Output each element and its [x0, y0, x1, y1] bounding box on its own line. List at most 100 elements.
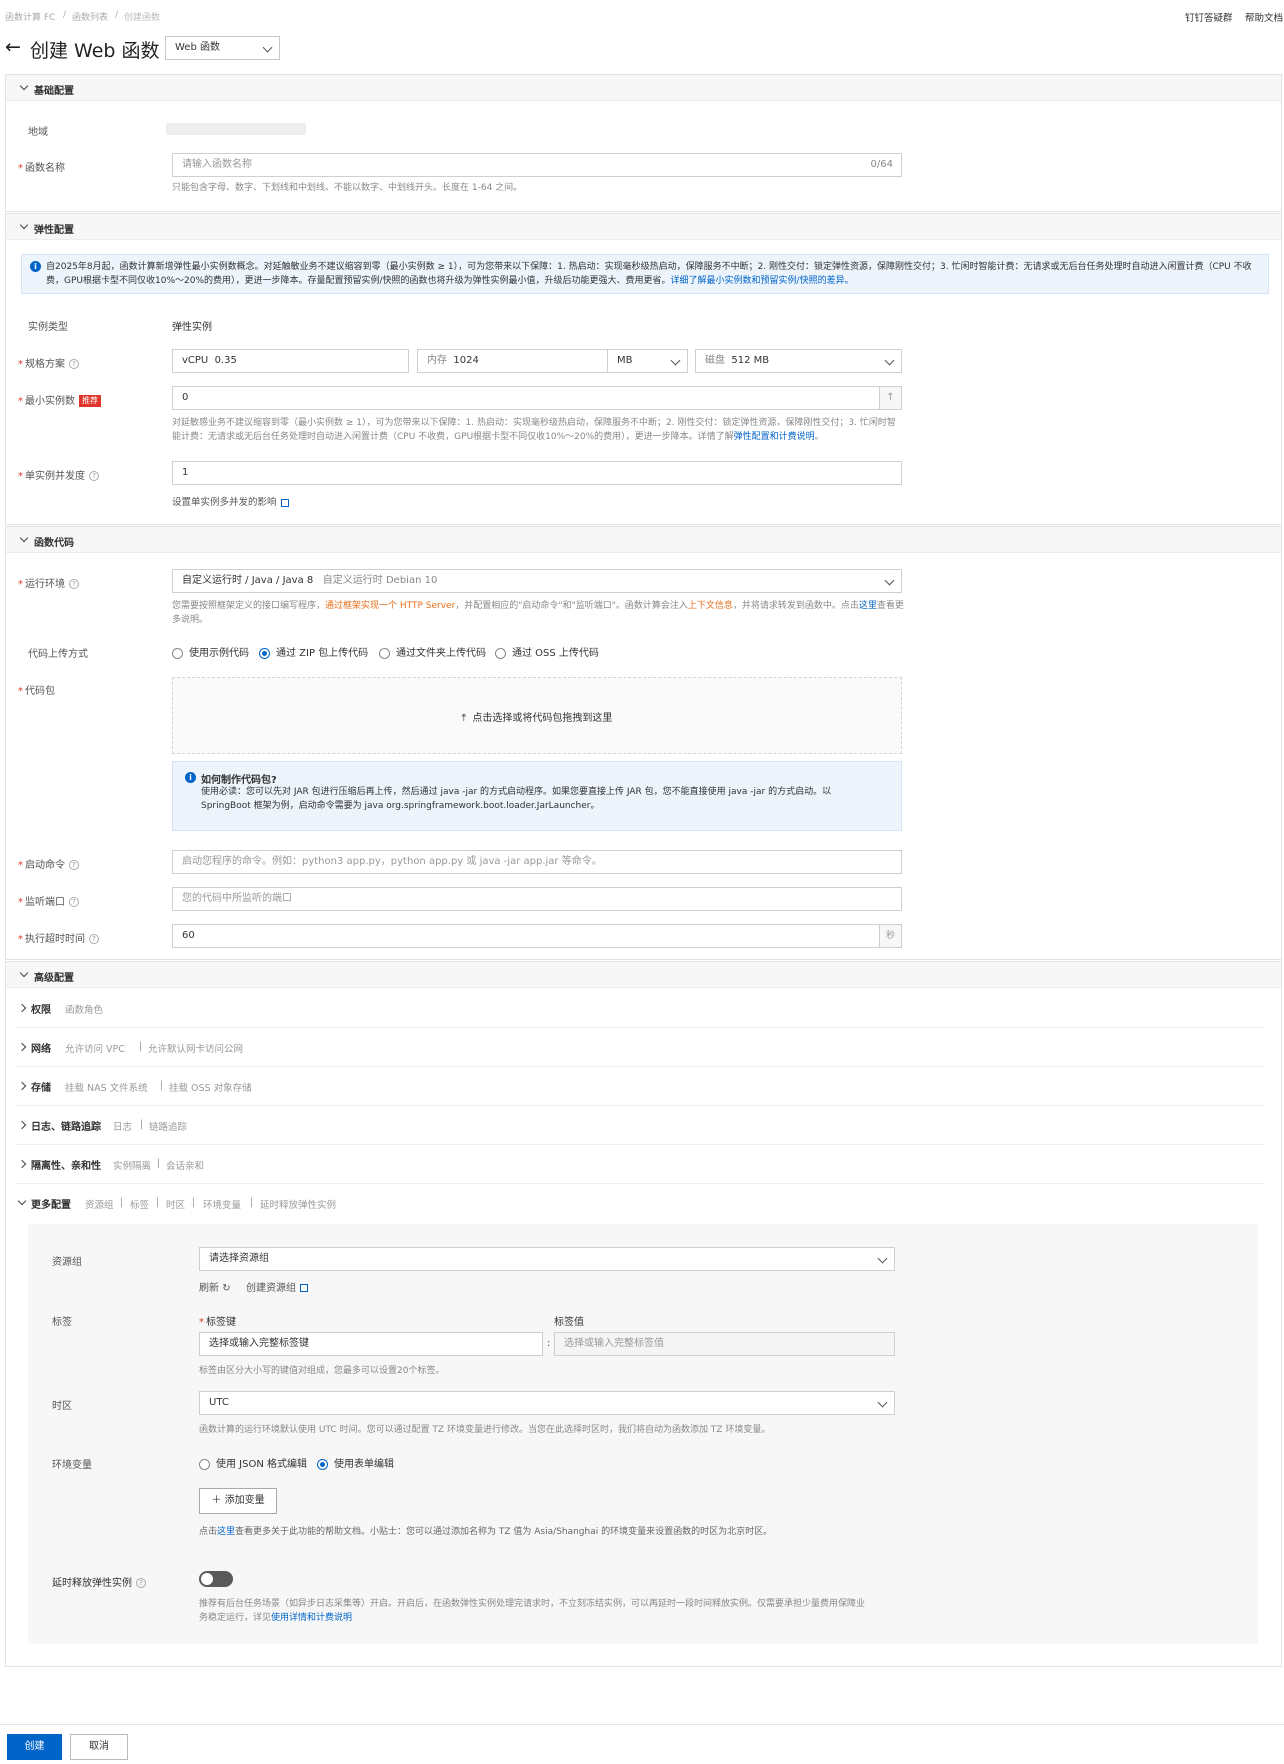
adv-row-logging[interactable]: 日志、链路追踪 日志 | 链路追踪	[15, 1107, 1265, 1145]
http-server-link[interactable]: 通过框架实现一个 HTTP Server	[325, 601, 455, 611]
resource-group-label: 资源组	[52, 1257, 82, 1268]
external-link-icon	[300, 1284, 308, 1292]
delay-release-toggle[interactable]	[199, 1571, 233, 1587]
env-help-link[interactable]: 这里	[217, 1527, 235, 1537]
memory-unit-select[interactable]: MB	[607, 349, 688, 373]
help-icon: ?	[136, 1578, 146, 1588]
chevron-down-icon	[262, 42, 273, 53]
memory-input[interactable]: 内存 1024 MB	[417, 349, 688, 373]
adv-row-network[interactable]: 网络 允许访问 VPC | 允许默认网卡访问公网	[15, 1029, 1265, 1067]
disk-select[interactable]: 磁盘 512 MB	[695, 349, 902, 373]
chevron-right-icon	[17, 1042, 27, 1052]
context-info-link[interactable]: 上下文信息	[688, 601, 733, 611]
help-icon: ?	[89, 934, 99, 944]
elastic-billing-link[interactable]: 弹性配置和计费说明	[734, 432, 815, 442]
function-type-value: Web 函数	[175, 42, 220, 53]
listen-port-label: * 监听端口?	[18, 893, 79, 908]
upload-option-zip[interactable]: 通过 ZIP 包上传代码	[259, 644, 368, 659]
add-variable-button[interactable]: ＋ 添加变量	[199, 1488, 277, 1514]
help-icon: ?	[89, 471, 99, 481]
breadcrumb-item-current: 创建函数	[124, 13, 161, 23]
min-instance-input[interactable]: 0 ↑	[172, 386, 902, 410]
timeout-unit: 秒	[879, 925, 901, 947]
vcpu-value: 0.35	[214, 355, 237, 366]
more-info-link[interactable]: 这里	[859, 601, 877, 611]
upload-option-folder[interactable]: 通过文件夹上传代码	[379, 644, 486, 659]
tag-hint: 标签由区分大小写的键值对组成，您最多可以设置20个标签。	[199, 1366, 445, 1376]
chevron-down-icon	[17, 1196, 27, 1206]
chevron-down-icon	[877, 1397, 888, 1408]
min-instance-label: * 最小实例数 推荐	[18, 392, 101, 407]
memory-prefix: 内存	[427, 355, 447, 366]
start-command-input[interactable]: 启动您程序的命令。例如：python3 app.py，python app.py…	[172, 850, 902, 874]
dingtalk-link[interactable]: 钉钉答疑群	[1185, 10, 1233, 24]
radio-icon	[172, 647, 183, 659]
char-counter: 0/64	[870, 159, 893, 170]
tag-value-label: 标签值	[554, 1317, 584, 1328]
help-icon: ?	[69, 579, 79, 589]
radio-checked-icon	[259, 647, 270, 659]
help-docs-link[interactable]: 帮助文档	[1245, 10, 1283, 24]
env-option-json[interactable]: 使用 JSON 格式编辑	[199, 1455, 307, 1470]
breadcrumb-item-fc[interactable]: 函数计算 FC	[5, 10, 55, 23]
radio-icon	[379, 647, 390, 659]
delay-billing-link[interactable]: 使用详情和计费说明	[271, 1613, 352, 1623]
concurrency-input[interactable]: 1	[172, 461, 902, 485]
function-name-input[interactable]: 请输入函数名称 0/64	[172, 153, 902, 177]
memory-value: 1024	[453, 355, 479, 366]
runtime-extra: 自定义运行时 Debian 10	[322, 575, 438, 586]
adv-row-isolation[interactable]: 隔离性、亲和性 实例隔离 | 会话亲和	[15, 1146, 1265, 1184]
cancel-button[interactable]: 取消	[70, 1734, 128, 1760]
vcpu-input[interactable]: vCPU 0.35	[172, 349, 409, 373]
notice-link[interactable]: 详细了解最小实例数和预留实例/快照的差异。	[671, 276, 854, 286]
back-arrow-icon[interactable]: ←	[5, 36, 21, 58]
help-icon: ?	[69, 359, 79, 369]
tag-separator: :	[547, 1338, 551, 1349]
adv-row-more[interactable]: 更多配置 资源组 | 标签 | 时区 | 环境变量 | 延时释放弹性实例	[15, 1185, 1265, 1223]
chevron-down-icon	[884, 355, 895, 366]
concurrency-impact-link[interactable]: 设置单实例多并发的影响	[172, 494, 289, 508]
timezone-label: 时区	[52, 1401, 72, 1412]
section-header[interactable]: 基础配置	[6, 75, 1281, 101]
instance-type-label: 实例类型	[28, 322, 68, 333]
function-type-select[interactable]: Web 函数	[165, 36, 280, 60]
code-package-dropzone[interactable]: ⤒ 点击选择或将代码包拖拽到这里	[172, 677, 902, 754]
more-config-panel: 资源组 请选择资源组 刷新 ↻ 创建资源组 标签 * 标签键 标签值 选择或输入完…	[28, 1224, 1258, 1644]
chevron-right-icon	[17, 1003, 27, 1013]
recommend-badge: 推荐	[79, 395, 101, 407]
resource-group-select[interactable]: 请选择资源组	[199, 1247, 895, 1271]
radio-icon	[495, 647, 506, 659]
adv-row-permission[interactable]: 权限 函数角色	[15, 990, 1265, 1028]
breadcrumb-item-list[interactable]: 函数列表	[72, 10, 108, 23]
timezone-hint: 函数计算的运行环境默认使用 UTC 时间。您可以通过配置 TZ 环境变量进行修改…	[199, 1425, 771, 1435]
concurrency-label: * 单实例并发度?	[18, 467, 99, 482]
tag-key-input[interactable]: 选择或输入完整标签键	[199, 1332, 543, 1356]
upload-option-sample[interactable]: 使用示例代码	[172, 644, 249, 659]
chevron-down-icon	[19, 533, 29, 543]
env-var-label: 环境变量	[52, 1460, 92, 1471]
breadcrumb-sep: /	[63, 10, 67, 20]
dropzone-text: ⤒ 点击选择或将代码包拖拽到这里	[461, 713, 613, 724]
listen-port-input[interactable]: 您的代码中所监听的端口	[172, 887, 902, 911]
create-resource-group-link[interactable]: 创建资源组	[246, 1279, 308, 1294]
runtime-select[interactable]: 自定义运行时 / Java / Java 8 自定义运行时 Debian 10	[172, 569, 902, 593]
code-package-label: * 代码包	[18, 686, 55, 697]
section-header[interactable]: 弹性配置	[6, 214, 1281, 240]
timezone-select[interactable]: UTC	[199, 1391, 895, 1415]
name-label: * 函数名称	[18, 163, 65, 174]
vcpu-prefix: vCPU	[182, 355, 209, 366]
stepper-up-icon[interactable]: ↑	[879, 387, 901, 409]
timeout-label: * 执行超时时间?	[18, 930, 99, 945]
upload-option-oss[interactable]: 通过 OSS 上传代码	[495, 644, 599, 659]
tag-value-input[interactable]: 选择或输入完整标签值	[554, 1332, 895, 1356]
timeout-input[interactable]: 60 秒	[172, 924, 902, 948]
env-option-form[interactable]: 使用表单编辑	[317, 1455, 394, 1470]
section-title: 基础配置	[34, 86, 74, 97]
adv-row-storage[interactable]: 存储 挂载 NAS 文件系统 | 挂载 OSS 对象存储	[15, 1068, 1265, 1106]
refresh-link[interactable]: 刷新 ↻	[199, 1279, 231, 1294]
section-header[interactable]: 高级配置	[6, 962, 1281, 988]
create-button[interactable]: 创建	[7, 1734, 62, 1760]
external-link-icon	[280, 498, 289, 507]
section-header[interactable]: 函数代码	[6, 527, 1281, 553]
env-hint: 点击这里查看更多关于此功能的帮助文档。小贴士：您可以通过添加名称为 TZ 值为 …	[199, 1527, 773, 1537]
